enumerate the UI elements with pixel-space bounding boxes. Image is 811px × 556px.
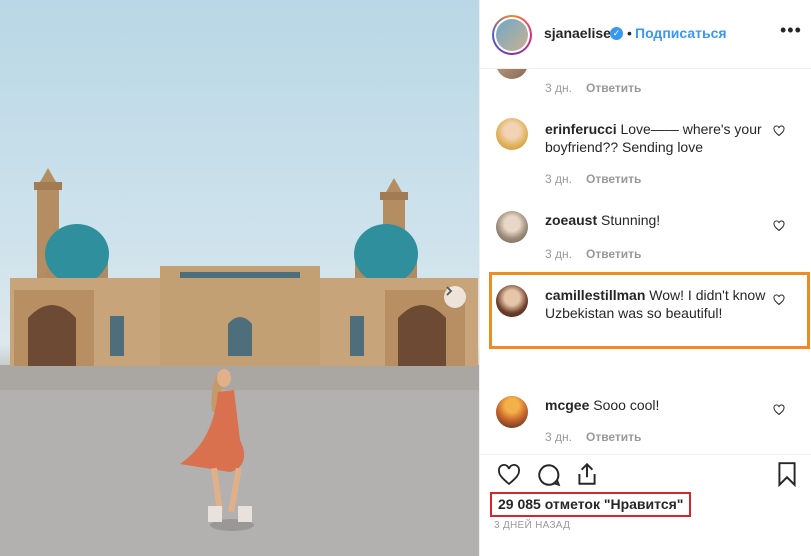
comment-username[interactable]: zoeaust (545, 212, 597, 228)
reply-button[interactable]: Ответить (586, 430, 641, 444)
likes-count[interactable]: 29 085 отметок "Нравится" (490, 492, 692, 517)
heart-icon[interactable] (773, 294, 785, 306)
post-actions: 29 085 отметок "Нравится" 3 ДНЕЙ НАЗАД (480, 454, 811, 556)
author-username[interactable]: sjanaelise (544, 25, 611, 41)
post-header: sjanaelise ✓ • Подписаться ••• (480, 0, 811, 69)
comment-text: Sooo cool! (593, 397, 660, 413)
photo-illustration (0, 168, 479, 556)
comment-username[interactable]: erinferucci (545, 121, 617, 137)
comment-username[interactable]: camillestillman (545, 287, 645, 303)
bookmark-icon[interactable] (776, 461, 798, 487)
comment-time: 3 дн. (545, 81, 572, 95)
separator-dot: • (627, 25, 632, 41)
comment-avatar[interactable] (496, 396, 528, 428)
chevron-right-icon (446, 286, 453, 296)
follow-button[interactable]: Подписаться (635, 25, 727, 41)
comment-avatar[interactable] (496, 285, 528, 317)
heart-icon[interactable] (773, 125, 785, 137)
reply-button[interactable]: Ответить (586, 81, 641, 95)
heart-icon[interactable] (773, 220, 785, 232)
comment-avatar[interactable] (496, 211, 528, 243)
more-options-button[interactable]: ••• (780, 20, 802, 41)
comment-text: Stunning! (601, 212, 661, 228)
comment-time: 3 дн. (545, 172, 572, 186)
author-avatar[interactable] (492, 15, 532, 55)
heart-icon[interactable] (496, 463, 522, 487)
comment-avatar[interactable] (496, 69, 528, 79)
post-photo[interactable] (0, 0, 479, 556)
verified-badge-icon: ✓ (610, 27, 623, 40)
comments-list[interactable]: 3 дн. Ответить erinferucci Love—— where's… (480, 69, 811, 454)
comment-time: 3 дн. (545, 247, 572, 261)
post-side-panel: sjanaelise ✓ • Подписаться ••• 3 дн. Отве… (479, 0, 811, 556)
post-time: 3 ДНЕЙ НАЗАД (494, 520, 571, 531)
reply-button[interactable]: Ответить (586, 172, 641, 186)
comment-icon[interactable] (536, 462, 562, 488)
heart-icon[interactable] (773, 404, 785, 416)
comment-avatar[interactable] (496, 118, 528, 150)
comment-time: 3 дн. (545, 430, 572, 444)
comment-username[interactable]: mcgee (545, 397, 589, 413)
share-icon[interactable] (574, 461, 600, 487)
next-photo-button[interactable] (444, 286, 466, 308)
reply-button[interactable]: Ответить (586, 247, 641, 261)
